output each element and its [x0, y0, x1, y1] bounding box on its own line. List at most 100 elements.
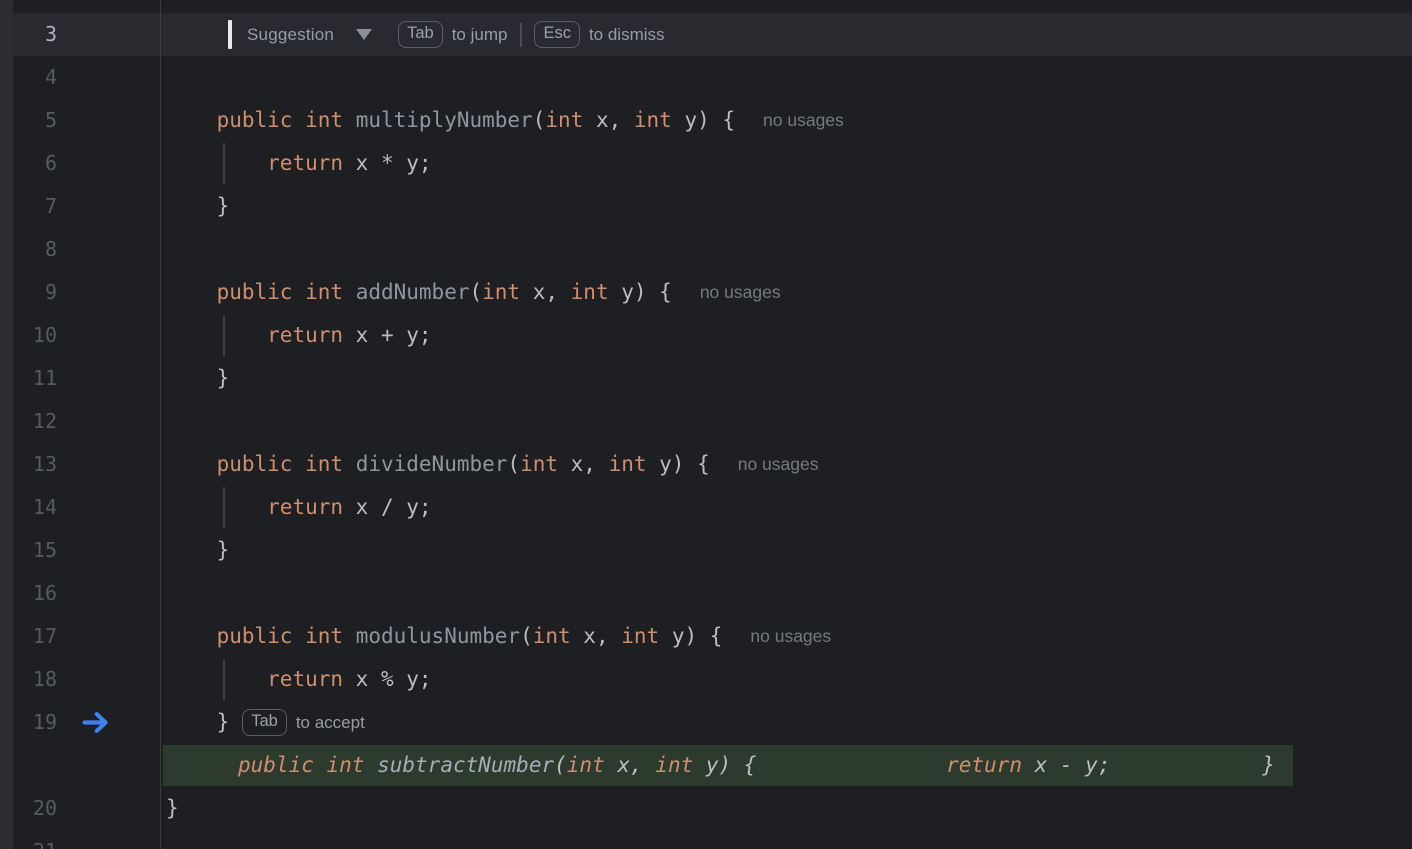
code-token-keyword: int — [621, 615, 659, 658]
editor-line-17: 17 public int modulusNumber(int x, int y… — [0, 615, 1412, 658]
code-token-text: ( — [554, 745, 567, 786]
code-token-text: x, — [605, 745, 656, 786]
editor-line-13: 13 public int divideNumber(int x, int y)… — [0, 443, 1412, 486]
editor-line-6: 6 return x * y; — [0, 142, 1412, 185]
code-token-text: x, — [583, 99, 634, 142]
code-token-text — [343, 271, 356, 314]
editor-line-18: 18 return x % y; — [0, 658, 1412, 701]
code-token-text — [292, 271, 305, 314]
code-token-text — [314, 745, 327, 786]
code-token-text: y) { — [672, 99, 735, 142]
hint-text-to-dismiss: to dismiss — [589, 13, 665, 56]
code-token-text: } — [166, 357, 229, 400]
code-token-text: ( — [469, 271, 482, 314]
inlay-hint-no-usages[interactable]: no usages — [700, 271, 781, 314]
code-token-text: x, — [558, 443, 609, 486]
code-editor[interactable]: 3SuggestionTabto jumpEscto dismiss45 pub… — [0, 0, 1412, 849]
code-token-method-name: subtractNumber — [377, 745, 554, 786]
editor-line-4: 4 — [0, 56, 1412, 99]
esc-key-badge: Esc — [534, 21, 580, 48]
code-token-text: ( — [520, 615, 533, 658]
code-token-keyword: int — [533, 615, 571, 658]
gutter-separator — [160, 0, 161, 849]
code-token-keyword: return — [267, 658, 343, 701]
code-line[interactable]: } — [163, 357, 1412, 400]
code-line[interactable]: public int divideNumber(int x, int y) {n… — [163, 443, 1412, 486]
code-token-keyword: return — [267, 142, 343, 185]
editor-left-strip — [0, 0, 13, 849]
code-token-keyword: public — [217, 271, 293, 314]
code-line[interactable]: public int addNumber(int x, int y) {no u… — [163, 271, 1412, 314]
editor-line-20: 20} — [0, 787, 1412, 830]
code-token-text — [292, 443, 305, 486]
hint-text-to-jump: to jump — [452, 13, 508, 56]
code-token-keyword: return — [267, 486, 343, 529]
code-token-text — [292, 99, 305, 142]
code-token-keyword: public — [217, 615, 293, 658]
code-token-method-name: modulusNumber — [356, 615, 520, 658]
code-token-keyword: int — [545, 99, 583, 142]
code-token-keyword: int — [482, 271, 520, 314]
code-token-keyword: public — [217, 443, 293, 486]
code-line[interactable]: public int multiplyNumber(int x, int y) … — [163, 99, 1412, 142]
code-token-keyword: int — [520, 443, 558, 486]
inlay-hint-no-usages[interactable]: no usages — [738, 443, 819, 486]
code-token-keyword: int — [305, 615, 343, 658]
code-line[interactable]: } — [163, 787, 1412, 830]
code-token-text: x, — [520, 271, 571, 314]
inlay-hint-no-usages[interactable]: no usages — [750, 615, 831, 658]
editor-line-9: 9 public int addNumber(int x, int y) {no… — [0, 271, 1412, 314]
text-caret — [228, 20, 232, 49]
suggestion-dropdown[interactable]: Suggestion — [247, 13, 334, 56]
code-token-text: ( — [507, 443, 520, 486]
code-token-method-name: addNumber — [356, 271, 470, 314]
editor-line-7: 7 } — [0, 185, 1412, 228]
code-token-text: x / y; — [343, 486, 432, 529]
inlay-hint-no-usages[interactable]: no usages — [763, 99, 844, 142]
code-token-text: x, — [571, 615, 622, 658]
editor-line-21: 21 — [0, 830, 1412, 849]
editor-line-10: 10 return x + y; — [0, 314, 1412, 357]
code-token-text — [343, 443, 356, 486]
code-token-text: ( — [533, 99, 546, 142]
code-line[interactable]: return x / y; — [163, 486, 1412, 529]
editor-line-suggestion: public int subtractNumber(int x, int y) … — [0, 744, 1412, 787]
code-token-keyword: int — [634, 99, 672, 142]
editor-line-12: 12 — [0, 400, 1412, 443]
code-token-keyword: int — [305, 271, 343, 314]
code-line[interactable]: return x + y; — [163, 314, 1412, 357]
code-token-text — [166, 314, 267, 357]
code-line[interactable]: }Tabto accept — [163, 701, 1412, 744]
inline-suggestion[interactable]: public int subtractNumber(int x, int y) … — [163, 745, 1293, 786]
code-token-text: } — [1110, 745, 1274, 786]
code-token-keyword: int — [567, 745, 605, 786]
code-token-text — [166, 443, 217, 486]
editor-line-3: 3SuggestionTabto jumpEscto dismiss — [0, 13, 1412, 56]
code-token-text: x % y; — [343, 658, 432, 701]
code-token-keyword: return — [267, 314, 343, 357]
code-line[interactable]: } — [163, 185, 1412, 228]
code-token-text — [166, 615, 217, 658]
code-token-text — [166, 271, 217, 314]
code-token-keyword: int — [305, 99, 343, 142]
code-token-text — [343, 99, 356, 142]
code-token-text: } — [166, 787, 179, 830]
code-token-text: } — [166, 529, 229, 572]
code-token-text: y) { — [609, 271, 672, 314]
code-token-keyword: return — [946, 745, 1022, 786]
code-line[interactable]: return x % y; — [163, 658, 1412, 701]
code-line[interactable]: public int modulusNumber(int x, int y) {… — [163, 615, 1412, 658]
editor-line-14: 14 return x / y; — [0, 486, 1412, 529]
code-token-keyword: public — [238, 745, 314, 786]
code-line[interactable]: return x * y; — [163, 142, 1412, 185]
code-token-method-name: divideNumber — [356, 443, 508, 486]
code-line[interactable]: } — [163, 529, 1412, 572]
code-token-text: } — [166, 701, 229, 744]
editor-line-19: 19 }Tabto accept — [0, 701, 1412, 744]
tab-key-badge: Tab — [398, 21, 443, 48]
chevron-down-icon — [356, 29, 372, 40]
suggestion-arrow-icon — [80, 707, 111, 738]
suggestion-toolbar: Suggestion Tab to jump Esc to dismiss — [163, 13, 1412, 56]
code-token-keyword: int — [655, 745, 693, 786]
code-token-text — [364, 745, 377, 786]
